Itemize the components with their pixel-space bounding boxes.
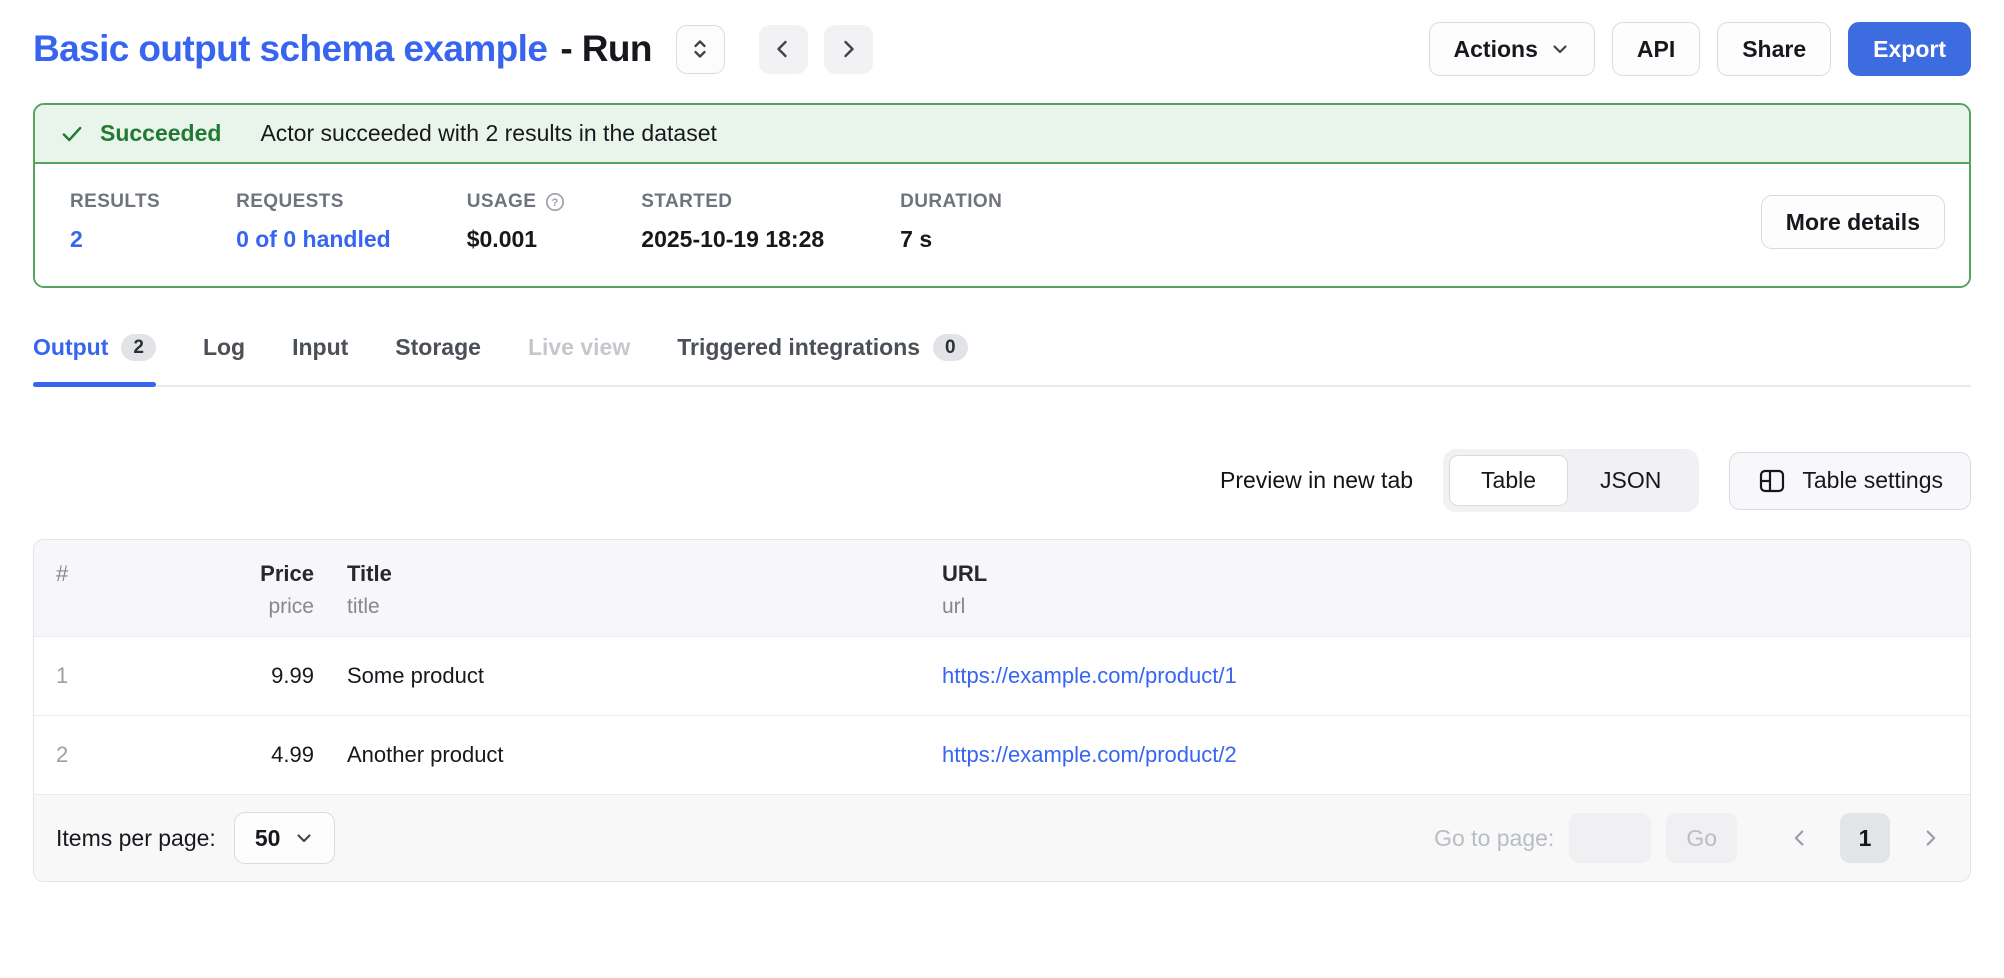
actor-title-link[interactable]: Basic output schema example xyxy=(33,28,547,70)
row-price: 4.99 xyxy=(214,742,314,768)
table-row: 1 9.99 Some product https://example.com/… xyxy=(34,636,1970,715)
current-page-indicator[interactable]: 1 xyxy=(1840,813,1890,863)
chevron-left-icon xyxy=(771,37,795,61)
row-url-link[interactable]: https://example.com/product/1 xyxy=(942,663,1948,689)
tab-triggered-integrations-count-badge: 0 xyxy=(933,334,968,361)
tab-storage[interactable]: Storage xyxy=(395,334,481,385)
topbar: Basic output schema example - Run xyxy=(33,22,1971,76)
stat-results: RESULTS 2 xyxy=(70,191,160,253)
row-title: Another product xyxy=(347,742,909,768)
view-toggle-json[interactable]: JSON xyxy=(1568,455,1693,506)
items-per-page-label: Items per page: xyxy=(56,825,216,852)
go-to-page-input[interactable] xyxy=(1569,813,1651,863)
api-button[interactable]: API xyxy=(1612,22,1700,76)
tab-storage-label: Storage xyxy=(395,334,481,361)
items-per-page-select[interactable]: 50 xyxy=(234,812,336,864)
tab-log[interactable]: Log xyxy=(203,334,245,385)
run-detail-page: Basic output schema example - Run xyxy=(0,0,2004,978)
column-header-price[interactable]: Price price xyxy=(214,561,314,619)
stat-requests: REQUESTS 0 of 0 handled xyxy=(236,191,391,253)
tab-output-count-badge: 2 xyxy=(121,334,156,361)
stat-started-label: STARTED xyxy=(641,191,824,213)
view-toggle-table[interactable]: Table xyxy=(1449,455,1568,506)
go-to-page: Go to page: Go 1 xyxy=(1434,813,1948,863)
tab-log-label: Log xyxy=(203,334,245,361)
go-button[interactable]: Go xyxy=(1666,813,1737,863)
row-price: 9.99 xyxy=(214,663,314,689)
go-to-page-label: Go to page: xyxy=(1434,825,1554,852)
tab-output[interactable]: Output 2 xyxy=(33,334,156,385)
next-page-icon[interactable] xyxy=(1912,820,1948,856)
table-settings-button[interactable]: Table settings xyxy=(1729,452,1971,510)
stat-usage-value: $0.001 xyxy=(467,226,566,253)
stat-results-label: RESULTS xyxy=(70,191,160,213)
stat-duration-label: DURATION xyxy=(900,191,1002,213)
row-index: 1 xyxy=(56,663,181,689)
stat-duration-value: 7 s xyxy=(900,226,1002,253)
previous-run-button[interactable] xyxy=(759,25,808,74)
tab-output-label: Output xyxy=(33,334,108,361)
stat-usage-label: USAGE xyxy=(467,191,537,213)
run-selector-button[interactable] xyxy=(676,25,725,74)
check-icon xyxy=(59,121,85,147)
run-stats: RESULTS 2 REQUESTS 0 of 0 handled USAGE … xyxy=(35,164,1969,286)
more-details-button[interactable]: More details xyxy=(1761,195,1945,249)
run-status-banner: Succeeded Actor succeeded with 2 results… xyxy=(33,103,1971,288)
stat-started: STARTED 2025-10-19 18:28 xyxy=(641,191,824,253)
pager: 1 xyxy=(1782,813,1948,863)
column-header-index: # xyxy=(56,561,181,587)
items-per-page-value: 50 xyxy=(255,825,281,852)
view-toggle: Table JSON xyxy=(1443,449,1699,512)
next-run-button[interactable] xyxy=(824,25,873,74)
table-layout-icon xyxy=(1757,466,1787,496)
tab-input[interactable]: Input xyxy=(292,334,348,385)
page-title-suffix: - Run xyxy=(560,28,652,70)
stat-requests-label: REQUESTS xyxy=(236,191,391,213)
svg-text:?: ? xyxy=(552,197,559,209)
row-index: 2 xyxy=(56,742,181,768)
column-header-title[interactable]: Title title xyxy=(347,561,909,619)
tab-live-view-label: Live view xyxy=(528,334,630,361)
output-toolbar: Preview in new tab Table JSON Table sett… xyxy=(33,449,1971,512)
preview-in-new-tab-link[interactable]: Preview in new tab xyxy=(1220,467,1413,494)
tab-triggered-integrations[interactable]: Triggered integrations 0 xyxy=(677,334,967,385)
column-header-url[interactable]: URL url xyxy=(942,561,1948,619)
table-header: # Price price Title title URL url xyxy=(34,540,1970,636)
row-url-link[interactable]: https://example.com/product/2 xyxy=(942,742,1948,768)
stat-usage: USAGE ? $0.001 xyxy=(467,191,566,253)
run-tabs: Output 2 Log Input Storage Live view Tri… xyxy=(33,334,1971,387)
topbar-actions: Actions API Share Export xyxy=(1429,22,1971,76)
chevron-up-down-icon xyxy=(688,37,712,61)
status-badge: Succeeded xyxy=(100,120,221,147)
help-icon[interactable]: ? xyxy=(545,192,565,212)
page-title: Basic output schema example - Run xyxy=(33,28,652,70)
table-settings-label: Table settings xyxy=(1802,467,1943,494)
actions-button[interactable]: Actions xyxy=(1429,22,1595,76)
chevron-right-icon xyxy=(836,37,860,61)
table-pagination: Items per page: 50 Go to page: Go xyxy=(34,794,1970,881)
tab-live-view: Live view xyxy=(528,334,630,385)
row-title: Some product xyxy=(347,663,909,689)
table-row: 2 4.99 Another product https://example.c… xyxy=(34,715,1970,794)
previous-page-icon[interactable] xyxy=(1782,820,1818,856)
results-table: # Price price Title title URL url 1 9.99… xyxy=(33,539,1971,882)
stat-requests-value[interactable]: 0 of 0 handled xyxy=(236,226,391,253)
stat-duration: DURATION 7 s xyxy=(900,191,1002,253)
chevron-down-icon xyxy=(294,828,314,848)
items-per-page: Items per page: 50 xyxy=(56,812,335,864)
stat-results-value[interactable]: 2 xyxy=(70,226,160,253)
actions-button-label: Actions xyxy=(1454,36,1538,63)
export-button[interactable]: Export xyxy=(1848,22,1971,76)
chevron-down-icon xyxy=(1550,39,1570,59)
share-button[interactable]: Share xyxy=(1717,22,1831,76)
stat-started-value: 2025-10-19 18:28 xyxy=(641,226,824,253)
status-message: Actor succeeded with 2 results in the da… xyxy=(260,120,716,147)
status-row: Succeeded Actor succeeded with 2 results… xyxy=(35,105,1969,164)
tab-triggered-integrations-label: Triggered integrations xyxy=(677,334,920,361)
tab-input-label: Input xyxy=(292,334,348,361)
